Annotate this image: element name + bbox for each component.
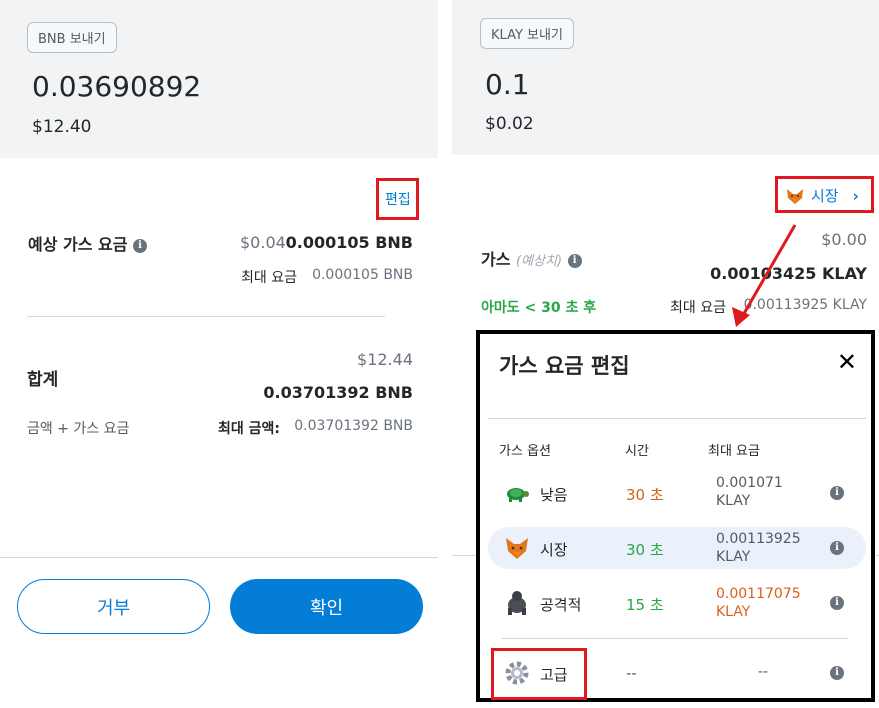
total-fiat: $12.44 — [357, 350, 413, 369]
fee-amount: 0.00113925 — [716, 531, 801, 547]
section-divider — [27, 316, 385, 317]
option-fee: -- — [758, 664, 769, 680]
option-time: 30 초 — [626, 541, 664, 559]
reject-button[interactable]: 거부 — [17, 579, 210, 634]
max-fee-label: 최대 요금 — [241, 270, 297, 286]
option-time: -- — [626, 664, 637, 682]
col-max-fee: 최대 요금 — [708, 444, 760, 459]
option-label: 공격적 — [540, 596, 582, 614]
amount-plus-gas: 금액 + 가스 요금 — [27, 421, 130, 437]
estimated-gas-label: 예상 가스 요금 i — [28, 231, 148, 255]
send-amount: 0.1 — [485, 68, 530, 101]
send-klay-chip: KLAY 보내기 — [480, 18, 574, 49]
send-bnb-chip: BNB 보내기 — [27, 22, 117, 53]
col-time: 시간 — [625, 444, 649, 459]
info-icon[interactable]: i — [830, 541, 844, 555]
confirm-button[interactable]: 확인 — [230, 579, 423, 634]
gas-option-market[interactable]: 시장 30 초 0.00113925 KLAY i — [488, 527, 866, 569]
option-fee: 0.00117075 KLAY — [716, 585, 801, 621]
option-time: 30 초 — [626, 486, 664, 504]
total-label: 합계 — [27, 370, 59, 390]
gas-option-aggressive[interactable]: 공격적 15 초 0.00117075 KLAY i — [488, 582, 866, 624]
gas-fiat: $0.04 — [240, 233, 286, 252]
send-fiat: $12.40 — [32, 117, 92, 137]
max-amount-value: 0.03701392 BNB — [294, 418, 413, 434]
market-highlight-box — [775, 176, 874, 213]
option-label: 낮음 — [540, 486, 568, 504]
modal-title: 가스 요금 편집 — [499, 354, 630, 378]
footer-divider — [0, 557, 438, 558]
option-time: 15 초 — [626, 596, 664, 614]
turtle-icon — [507, 488, 529, 502]
fox-icon — [506, 538, 528, 559]
info-icon[interactable]: i — [830, 666, 844, 680]
gas-estimate-note: (예상치) — [516, 254, 563, 269]
col-gas-option: 가스 옵션 — [499, 444, 551, 459]
option-fee: 0.001071 KLAY — [716, 474, 783, 510]
likely-time: 아마도 < 30 초 후 — [481, 300, 597, 316]
send-fiat: $0.02 — [485, 114, 534, 134]
advanced-divider — [501, 638, 848, 639]
fee-unit: KLAY — [716, 604, 751, 620]
gas-option-low[interactable]: 낮음 30 초 0.001071 KLAY i — [488, 472, 866, 514]
total-crypto: 0.03701392 BNB — [263, 383, 413, 402]
left-confirm-screen: BNB 보내기 0.03690892 $12.40 편집 예상 가스 요금 i … — [0, 0, 438, 708]
edit-gas-fee-modal: 가스 요금 편집 ✕ 가스 옵션 시간 최대 요금 낮음 30 초 0.0010… — [476, 330, 875, 702]
max-amount-label: 최대 금액: — [218, 421, 280, 437]
info-icon[interactable]: i — [133, 238, 148, 253]
option-fee: 0.00113925 KLAY — [716, 530, 801, 566]
info-icon[interactable]: i — [830, 596, 844, 610]
send-amount: 0.03690892 — [32, 70, 202, 103]
gas-crypto: 0.000105 BNB — [285, 233, 413, 252]
close-icon[interactable]: ✕ — [837, 348, 857, 376]
fee-amount: 0.001071 — [716, 475, 783, 491]
gorilla-icon — [508, 591, 526, 615]
annotation-arrow-icon — [732, 224, 797, 327]
gas-label: 가스 — [481, 250, 511, 269]
advanced-highlight-box — [491, 648, 587, 700]
fee-unit: KLAY — [716, 549, 751, 565]
modal-header-divider — [488, 418, 866, 419]
option-label: 시장 — [540, 541, 568, 559]
info-icon[interactable]: i — [567, 253, 582, 268]
fee-amount: 0.00117075 — [716, 586, 801, 602]
gas-label-row: 가스 (예상치) i — [481, 246, 582, 270]
info-icon[interactable]: i — [830, 486, 844, 500]
gas-fiat: $0.00 — [821, 230, 867, 249]
fee-unit: KLAY — [716, 493, 751, 509]
max-fee-label: 최대 요금 — [670, 300, 726, 316]
edit-highlight-box — [376, 178, 419, 220]
estimated-gas-text: 예상 가스 요금 — [28, 235, 128, 254]
max-fee-value: 0.000105 BNB — [312, 267, 413, 283]
